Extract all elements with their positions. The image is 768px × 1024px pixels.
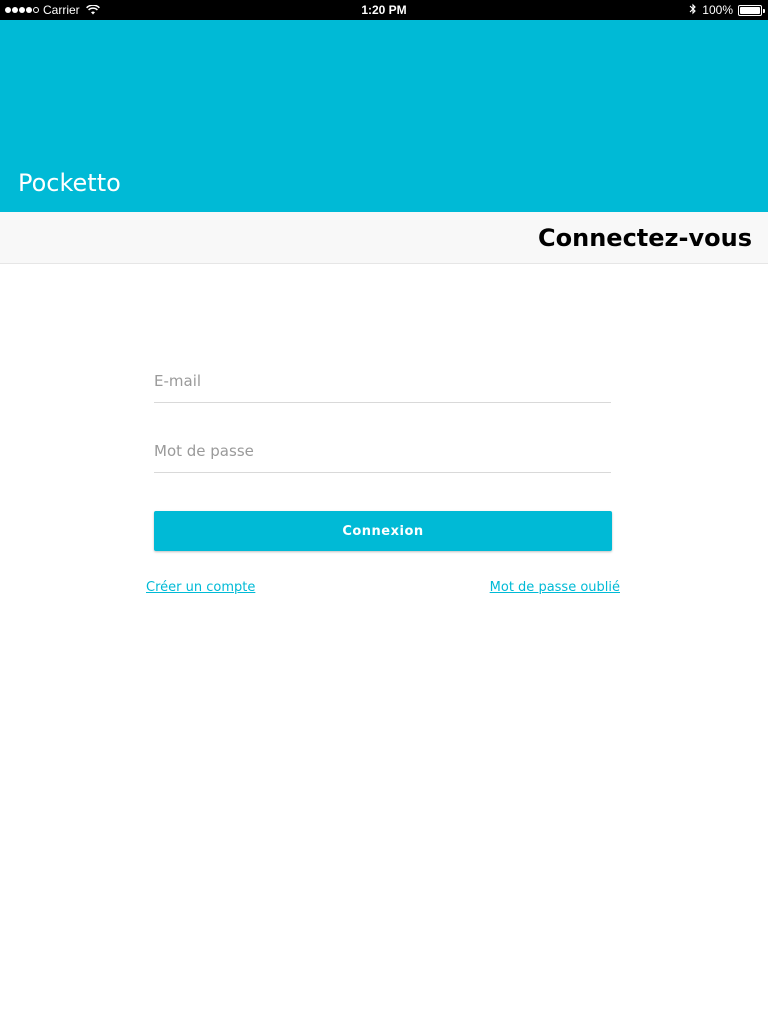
app-header: Pocketto <box>0 20 768 212</box>
status-bar: Carrier 1:20 PM 100% <box>0 0 768 20</box>
email-field-wrapper <box>154 355 611 403</box>
sub-header: Connectez-vous <box>0 212 768 264</box>
login-button[interactable]: Connexion <box>154 511 612 551</box>
password-field[interactable] <box>154 442 611 460</box>
status-right: 100% <box>689 0 765 20</box>
forgot-password-link[interactable]: Mot de passe oublié <box>490 580 620 595</box>
login-form <box>154 355 611 495</box>
battery-percent: 100% <box>702 3 733 17</box>
app-title: Pocketto <box>18 169 121 197</box>
status-time: 1:20 PM <box>361 3 407 17</box>
password-field-wrapper <box>154 425 611 473</box>
email-field[interactable] <box>154 372 611 390</box>
bluetooth-icon <box>689 3 697 18</box>
create-account-link[interactable]: Créer un compte <box>146 580 255 595</box>
page-title: Connectez-vous <box>538 224 752 252</box>
battery-icon <box>738 4 765 16</box>
